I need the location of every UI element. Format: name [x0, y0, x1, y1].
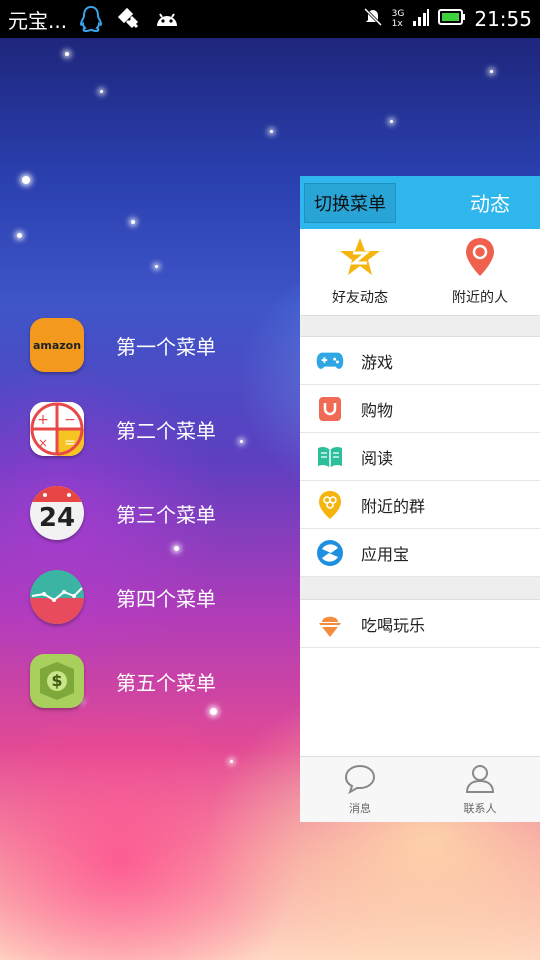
quick-actions: 好友动态 附近的人 — [300, 229, 540, 316]
list-item-label: 游戏 — [361, 352, 394, 372]
signal-icon — [412, 7, 430, 31]
group-pin-icon — [316, 490, 344, 519]
android-icon — [153, 5, 181, 33]
panel-header: 切换菜单 动态 — [300, 176, 540, 229]
list-item-nearby-groups[interactable]: 附近的群 — [300, 481, 540, 529]
list-item-shopping[interactable]: 购物 — [300, 385, 540, 433]
money-icon: $ — [30, 654, 84, 708]
qzone-star-icon — [339, 237, 381, 281]
tab-label: 消息 — [349, 801, 371, 815]
list-item-app-store[interactable]: 应用宝 — [300, 529, 540, 577]
star — [22, 176, 30, 184]
chart-icon — [30, 570, 84, 624]
side-menu: amazon 第一个菜单 + − × = 第二个菜单 24 第三个菜单 第四个菜单 $… — [30, 303, 216, 723]
location-pin-icon — [464, 237, 496, 281]
list-item-label: 阅读 — [361, 448, 394, 468]
star — [490, 70, 493, 73]
list-item-food[interactable]: 吃喝玩乐 — [300, 600, 540, 648]
quick-label: 附近的人 — [452, 290, 508, 306]
network-3g-label: 3G — [391, 9, 405, 19]
usb-debug-icon — [115, 5, 143, 33]
dollar-sign: $ — [51, 671, 63, 690]
star — [131, 220, 135, 224]
switch-menu-button[interactable]: 切换菜单 — [304, 182, 396, 223]
calendar-icon: 24 — [30, 486, 84, 540]
app-store-icon — [316, 539, 344, 567]
section-divider — [300, 577, 540, 600]
book-icon — [316, 443, 344, 471]
quick-nearby-people[interactable]: 附近的人 — [420, 229, 540, 315]
status-app-title: 元宝... — [8, 8, 68, 33]
svg-text:+: + — [37, 412, 49, 428]
list-item-label: 吃喝玩乐 — [361, 615, 426, 635]
star — [270, 130, 273, 133]
tab-contacts[interactable]: 联系人 — [420, 757, 540, 822]
star — [240, 440, 243, 443]
list-item-label: 附近的群 — [361, 496, 426, 516]
menu-item-label: 第四个菜单 — [116, 586, 216, 611]
network-indicator: 3G 1x — [392, 9, 405, 29]
tab-messages[interactable]: 消息 — [300, 757, 420, 822]
list-item-reading[interactable]: 阅读 — [300, 433, 540, 481]
star — [17, 233, 22, 238]
amazon-logo-text: amazon — [32, 338, 82, 352]
menu-item-label: 第二个菜单 — [116, 418, 216, 443]
star — [390, 120, 393, 123]
qq-penguin-icon — [77, 5, 105, 33]
calculator-icon: + − × = — [30, 402, 84, 456]
status-time: 21:55 — [474, 7, 532, 31]
list-item-games[interactable]: 游戏 — [300, 337, 540, 385]
contacts-icon — [464, 764, 496, 798]
network-1x-label: 1x — [391, 19, 403, 29]
dynamic-panel: 切换菜单 动态 好友动态 附近的人 游戏 购物 阅读 附近的群 应用宝 吃喝玩乐… — [300, 176, 540, 822]
star — [230, 760, 233, 763]
menu-item-label: 第一个菜单 — [116, 334, 216, 359]
menu-item-2[interactable]: + − × = 第二个菜单 — [30, 387, 216, 471]
menu-item-3[interactable]: 24 第三个菜单 — [30, 471, 216, 555]
list-item-label: 应用宝 — [361, 544, 410, 564]
quick-label: 好友动态 — [332, 290, 388, 306]
mute-icon — [362, 6, 384, 32]
food-icon — [316, 610, 344, 638]
menu-item-5[interactable]: $ 第五个菜单 — [30, 639, 216, 723]
tab-label: 联系人 — [463, 801, 497, 815]
shopping-bag-icon — [316, 395, 344, 423]
svg-text:−: − — [64, 412, 76, 428]
quick-friends-feed[interactable]: 好友动态 — [300, 229, 420, 315]
message-bubble-icon — [344, 764, 376, 798]
status-bar: 元宝... 3G 1x 21:55 — [0, 0, 540, 38]
gamepad-icon — [316, 347, 344, 375]
menu-item-label: 第三个菜单 — [116, 502, 216, 527]
star — [100, 90, 103, 93]
menu-item-1[interactable]: amazon 第一个菜单 — [30, 303, 216, 387]
panel-title: 动态 — [470, 192, 510, 216]
svg-text:×: × — [38, 436, 48, 450]
battery-icon — [438, 8, 466, 30]
section-divider — [300, 316, 540, 337]
svg-text:=: = — [64, 435, 76, 451]
menu-item-label: 第五个菜单 — [116, 670, 216, 695]
bottom-tab-bar: 消息 联系人 — [300, 756, 540, 822]
list-item-label: 购物 — [361, 400, 394, 420]
menu-item-4[interactable]: 第四个菜单 — [30, 555, 216, 639]
calendar-day: 24 — [38, 503, 76, 533]
star — [65, 52, 69, 56]
star — [155, 265, 158, 268]
amazon-icon: amazon — [30, 318, 84, 372]
